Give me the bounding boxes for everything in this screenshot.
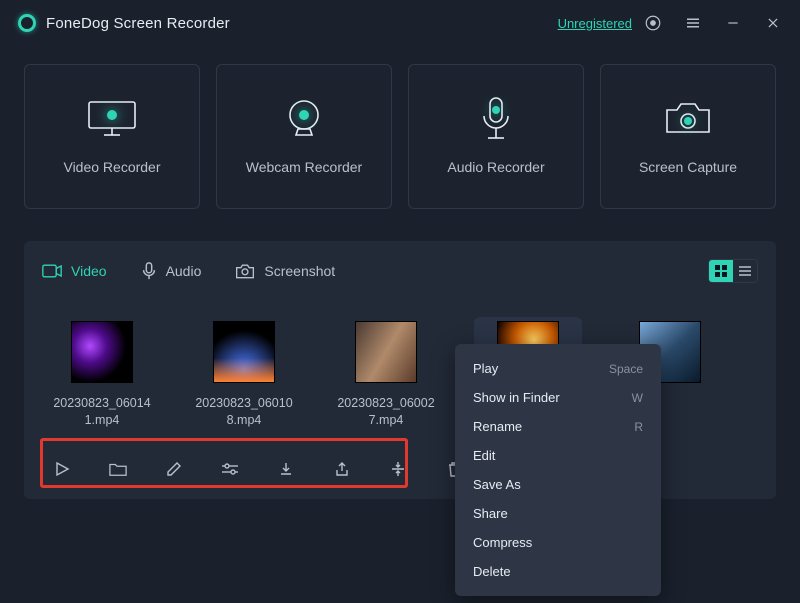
context-menu-label: Play bbox=[473, 361, 498, 376]
card-video-recorder[interactable]: Video Recorder bbox=[24, 64, 200, 209]
adjust-button[interactable] bbox=[220, 459, 240, 479]
card-label: Webcam Recorder bbox=[246, 159, 362, 175]
card-label: Video Recorder bbox=[63, 159, 160, 175]
edit-button[interactable] bbox=[164, 459, 184, 479]
context-menu-label: Compress bbox=[473, 535, 532, 550]
thumbnail bbox=[213, 321, 275, 383]
tab-label: Video bbox=[71, 263, 107, 279]
library-panel: Video Audio Screenshot 20230823_06014 1.… bbox=[24, 241, 776, 499]
library-item[interactable]: 20230823_06010 8.mp4 bbox=[190, 317, 298, 433]
menu-icon[interactable] bbox=[684, 14, 702, 32]
context-menu-item[interactable]: Share bbox=[455, 499, 661, 528]
context-menu-label: Delete bbox=[473, 564, 511, 579]
mic-icon bbox=[478, 99, 514, 139]
context-menu-item[interactable]: Save As bbox=[455, 470, 661, 499]
context-menu-label: Show in Finder bbox=[473, 390, 560, 405]
context-menu-label: Edit bbox=[473, 448, 495, 463]
context-menu-shortcut: R bbox=[634, 420, 643, 434]
app-logo: FoneDog Screen Recorder bbox=[18, 14, 230, 32]
context-menu-item[interactable]: Edit bbox=[455, 441, 661, 470]
library-item[interactable]: 20230823_06014 1.mp4 bbox=[48, 317, 156, 433]
thumbnail bbox=[71, 321, 133, 383]
tab-audio[interactable]: Audio bbox=[141, 262, 202, 280]
thumbnail bbox=[355, 321, 417, 383]
item-filename: 20230823_06010 8.mp4 bbox=[195, 395, 292, 429]
item-filename: 20230823_06014 1.mp4 bbox=[53, 395, 150, 429]
mode-cards: Video Recorder Webcam Recorder Audio Rec… bbox=[0, 46, 800, 219]
card-screen-capture[interactable]: Screen Capture bbox=[600, 64, 776, 209]
unregistered-link[interactable]: Unregistered bbox=[558, 16, 632, 31]
compress-button[interactable] bbox=[388, 459, 408, 479]
grid-view-button[interactable] bbox=[709, 260, 733, 282]
library-item[interactable]: 20230823_06002 7.mp4 bbox=[332, 317, 440, 433]
library-tabs: Video Audio Screenshot bbox=[42, 259, 758, 283]
context-menu-shortcut: W bbox=[632, 391, 643, 405]
share-button[interactable] bbox=[332, 459, 352, 479]
context-menu-item[interactable]: Rename R bbox=[455, 412, 661, 441]
list-view-button[interactable] bbox=[733, 260, 757, 282]
context-menu: Play Space Show in Finder W Rename R Edit Save … bbox=[455, 344, 661, 596]
folder-button[interactable] bbox=[108, 459, 128, 479]
tab-screenshot[interactable]: Screenshot bbox=[235, 263, 335, 279]
view-toggle bbox=[708, 259, 758, 283]
card-label: Audio Recorder bbox=[447, 159, 544, 175]
card-label: Screen Capture bbox=[639, 159, 737, 175]
context-menu-item[interactable]: Compress bbox=[455, 528, 661, 557]
tab-video[interactable]: Video bbox=[42, 263, 107, 279]
context-menu-label: Share bbox=[473, 506, 508, 521]
save-button[interactable] bbox=[276, 459, 296, 479]
tab-label: Audio bbox=[166, 263, 202, 279]
context-menu-label: Save As bbox=[473, 477, 521, 492]
card-audio-recorder[interactable]: Audio Recorder bbox=[408, 64, 584, 209]
minimize-button[interactable] bbox=[724, 14, 742, 32]
monitor-icon bbox=[85, 99, 139, 139]
context-menu-item[interactable]: Show in Finder W bbox=[455, 383, 661, 412]
app-title: FoneDog Screen Recorder bbox=[46, 15, 230, 32]
camera-icon bbox=[663, 99, 713, 139]
logo-icon bbox=[18, 14, 36, 32]
close-button[interactable] bbox=[764, 14, 782, 32]
play-button[interactable] bbox=[52, 459, 72, 479]
settings-icon[interactable] bbox=[644, 14, 662, 32]
context-menu-item[interactable]: Play Space bbox=[455, 354, 661, 383]
context-menu-shortcut: Space bbox=[609, 362, 643, 376]
webcam-icon bbox=[282, 99, 326, 139]
title-bar: FoneDog Screen Recorder Unregistered bbox=[0, 0, 800, 46]
context-menu-label: Rename bbox=[473, 419, 522, 434]
tab-label: Screenshot bbox=[264, 263, 335, 279]
context-menu-item[interactable]: Delete bbox=[455, 557, 661, 586]
item-filename: 20230823_06002 7.mp4 bbox=[337, 395, 434, 429]
card-webcam-recorder[interactable]: Webcam Recorder bbox=[216, 64, 392, 209]
